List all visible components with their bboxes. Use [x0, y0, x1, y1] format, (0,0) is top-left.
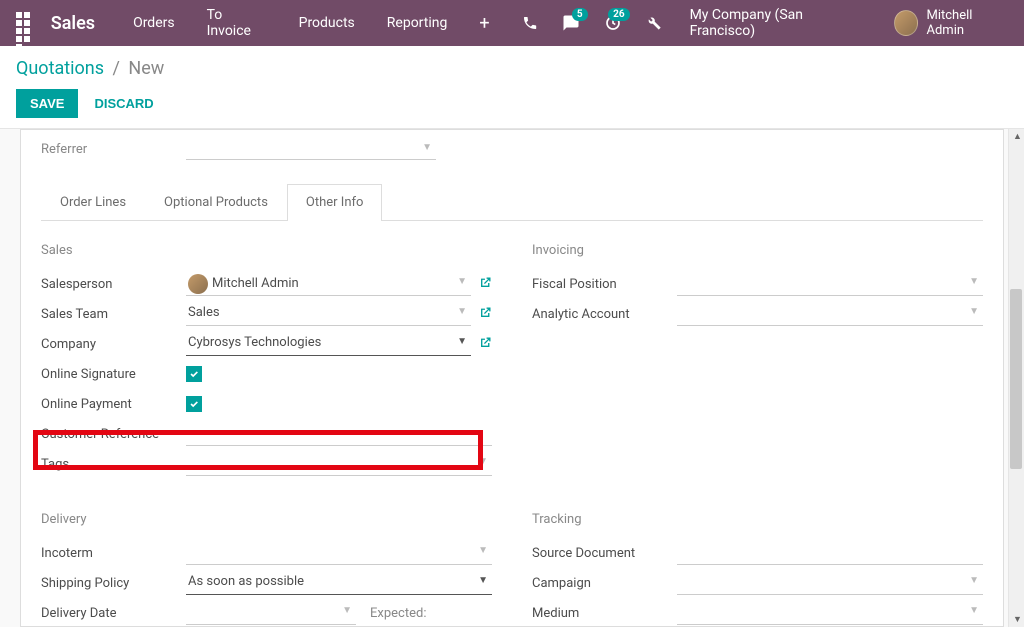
medium-label: Medium — [532, 606, 677, 621]
external-link-icon[interactable] — [479, 306, 492, 323]
breadcrumb-root[interactable]: Quotations — [16, 58, 104, 79]
customer-ref-input[interactable] — [186, 422, 492, 446]
activities-badge: 26 — [608, 8, 629, 21]
external-link-icon[interactable] — [479, 336, 492, 353]
nav-to-invoice[interactable]: To Invoice — [193, 7, 281, 39]
sales-team-value: Sales — [188, 305, 220, 320]
sales-group: Sales Salesperson Mitchell Admin ▼ — [41, 243, 492, 480]
tab-optional-products[interactable]: Optional Products — [145, 184, 287, 220]
delivery-title: Delivery — [41, 512, 492, 527]
company-input[interactable]: Cybrosys Technologies ▼ — [186, 332, 471, 356]
breadcrumb-current: New — [128, 58, 164, 79]
form-area: Referrer ▼ Order Lines Optional Products… — [0, 129, 1024, 627]
online-signature-checkbox[interactable] — [186, 366, 202, 382]
messages-icon[interactable]: 5 — [552, 14, 590, 32]
top-navbar: Sales Orders To Invoice Products Reporti… — [0, 0, 1024, 46]
tools-icon[interactable] — [636, 15, 672, 31]
delivery-date-label: Delivery Date — [41, 606, 186, 621]
app-brand[interactable]: Sales — [51, 13, 95, 34]
nav-orders[interactable]: Orders — [119, 15, 189, 31]
nav-reporting[interactable]: Reporting — [373, 15, 462, 31]
sales-team-label: Sales Team — [41, 307, 186, 322]
vertical-scrollbar[interactable]: ▲ ▼ — [1008, 129, 1024, 627]
online-signature-label: Online Signature — [41, 367, 186, 382]
fiscal-position-label: Fiscal Position — [532, 277, 677, 292]
delivery-date-input[interactable]: ▼ — [186, 601, 356, 625]
incoterm-label: Incoterm — [41, 546, 186, 561]
referrer-input[interactable]: ▼ — [186, 138, 436, 160]
medium-input[interactable]: ▼ — [677, 601, 983, 625]
discard-button[interactable]: DISCARD — [88, 89, 159, 118]
online-payment-label: Online Payment — [41, 397, 186, 412]
analytic-account-input[interactable]: ▼ — [677, 302, 983, 326]
apps-icon[interactable] — [16, 12, 37, 34]
user-menu[interactable]: Mitchell Admin — [880, 8, 1008, 38]
external-link-icon[interactable] — [479, 276, 492, 293]
incoterm-input[interactable]: ▼ — [186, 541, 492, 565]
messages-badge: 5 — [572, 8, 588, 21]
tabs: Order Lines Optional Products Other Info — [41, 184, 983, 221]
control-panel: Quotations / New SAVE DISCARD — [0, 46, 1024, 129]
customer-ref-label: Customer Reference — [41, 427, 186, 442]
invoicing-title: Invoicing — [532, 243, 983, 258]
invoicing-group: Invoicing Fiscal Position ▼ Analytic Acc… — [532, 243, 983, 480]
tab-other-info[interactable]: Other Info — [287, 184, 383, 220]
breadcrumb: Quotations / New — [16, 58, 1008, 79]
expected-label: Expected: — [370, 606, 426, 621]
sales-title: Sales — [41, 243, 492, 258]
delivery-group: Delivery Incoterm ▼ Shipping Policy As s… — [41, 512, 492, 627]
activities-icon[interactable]: 26 — [594, 14, 632, 32]
shipping-policy-value: As soon as possible — [188, 574, 304, 589]
campaign-label: Campaign — [532, 576, 677, 591]
source-document-input[interactable] — [677, 541, 983, 565]
salesperson-value: Mitchell Admin — [212, 276, 299, 291]
tracking-title: Tracking — [532, 512, 983, 527]
save-button[interactable]: SAVE — [16, 89, 78, 118]
avatar — [894, 10, 919, 36]
salesperson-label: Salesperson — [41, 277, 186, 292]
company-switcher[interactable]: My Company (San Francisco) — [676, 7, 876, 39]
tags-label: Tags — [41, 457, 186, 472]
tab-order-lines[interactable]: Order Lines — [41, 184, 145, 220]
sales-team-input[interactable]: Sales ▼ — [186, 302, 471, 326]
source-document-label: Source Document — [532, 546, 677, 561]
avatar — [188, 274, 208, 294]
salesperson-input[interactable]: Mitchell Admin ▼ — [186, 272, 471, 296]
online-payment-checkbox[interactable] — [186, 396, 202, 412]
company-value: Cybrosys Technologies — [188, 335, 321, 350]
nav-products[interactable]: Products — [285, 15, 369, 31]
company-label: Company — [41, 337, 186, 352]
shipping-policy-input[interactable]: As soon as possible ▼ — [186, 571, 492, 595]
referrer-label: Referrer — [41, 142, 186, 157]
new-icon[interactable]: + — [465, 13, 503, 34]
form-sheet: Referrer ▼ Order Lines Optional Products… — [20, 129, 1004, 627]
referrer-row: Referrer ▼ — [41, 130, 983, 166]
tracking-group: Tracking Source Document Campaign ▼ Medi… — [532, 512, 983, 627]
phone-icon[interactable] — [512, 15, 548, 31]
tags-input[interactable]: ▼ — [186, 452, 492, 476]
shipping-policy-label: Shipping Policy — [41, 576, 186, 591]
campaign-input[interactable]: ▼ — [677, 571, 983, 595]
fiscal-position-input[interactable]: ▼ — [677, 272, 983, 296]
user-name: Mitchell Admin — [926, 8, 1008, 38]
analytic-account-label: Analytic Account — [532, 307, 677, 322]
